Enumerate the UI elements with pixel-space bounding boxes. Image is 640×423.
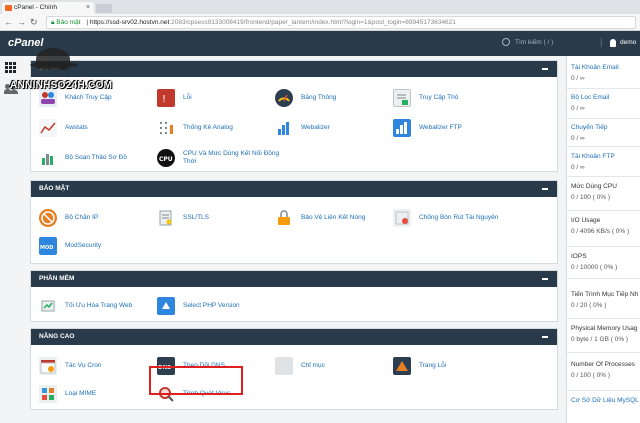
svg-text:CPU: CPU [159, 156, 173, 163]
tab-title: cPanel - Chính [14, 4, 57, 11]
stats-sidebar: Tài Khoản Email 0 / ∞ Bộ Lọc Email 0 / ∞ C… [566, 56, 640, 423]
panel-software-header[interactable]: PHẦN MỀM [31, 271, 557, 287]
raw-access-icon [393, 89, 411, 107]
item-errors[interactable]: ! Lỗi [157, 87, 267, 111]
secure-label: Bảo mật [56, 19, 81, 26]
browser-tab[interactable]: cPanel - Chính × [2, 2, 94, 14]
stat-physical-memory: Physical Memory Usag 0 byte / 1 GB ( 0% ) [571, 325, 638, 343]
url-host: https://ssd-srv02.hostvn.net [89, 19, 170, 26]
panel-software: PHẦN MỀM Tối Ưu Hóa Trang Web Select PHP… [30, 270, 558, 322]
collapse-icon[interactable] [542, 278, 548, 280]
item-indexes[interactable]: Chỉ mục [275, 355, 385, 379]
panel-security-header[interactable]: BẢO MẬT [31, 181, 557, 197]
header-divider: | [600, 37, 603, 47]
search-icon [502, 38, 510, 46]
virus-scanner-highlight-box [149, 366, 243, 395]
home-grid-icon[interactable] [5, 62, 17, 74]
close-tab-icon[interactable]: × [86, 2, 90, 14]
item-webalizer[interactable]: Webalizer [275, 117, 385, 141]
panel-security: BẢO MẬT Bộ Chặn IP SSL/TLS Bảo Vệ Liên K… [30, 180, 558, 264]
url-path: :2083/cpsess9133008419/frontend/paper_la… [169, 19, 456, 26]
panel-metrics: SỐ ĐK Khách Truy Cập ! Lỗi Băng Thông Tr… [30, 60, 558, 172]
left-rail [0, 56, 24, 423]
modsecurity-icon: MOD [39, 237, 57, 255]
svg-text:!: ! [162, 94, 166, 105]
errors-icon: ! [157, 89, 175, 107]
lock-icon: 🔒︎ [51, 19, 55, 26]
watermark-hat-brim [30, 62, 78, 68]
webalizer-ftp-icon [393, 119, 411, 137]
item-analog-stats[interactable]: Thống Kê Analog [157, 117, 267, 141]
stat-iops: IOPS 0 / 10000 ( 0% ) [571, 253, 618, 271]
item-mime[interactable]: Loại MIME [39, 383, 149, 407]
url-input[interactable]: 🔒︎ Bảo mật | https://ssd-srv02.hostvn.ne… [46, 16, 636, 29]
back-arrow-icon[interactable]: ← [4, 16, 13, 28]
svg-text:MOD: MOD [40, 245, 53, 251]
item-hotlink[interactable]: Bảo Vệ Liên Kết Nóng [275, 207, 393, 231]
indexes-icon [275, 357, 293, 375]
item-error-pages[interactable]: Trang Lỗi [393, 355, 503, 379]
item-leech-protect[interactable]: Chống Bòn Rút Tài Nguyên [393, 207, 523, 231]
item-raw-access[interactable]: Truy Cập Thô [393, 87, 503, 111]
item-modsecurity[interactable]: MOD ModSecurity [39, 235, 149, 259]
item-bandwidth[interactable]: Băng Thông [275, 87, 385, 111]
item-optimize[interactable]: Tối Ưu Hóa Trang Web [39, 295, 149, 319]
stat-io-usage: I/O Usage 0 / 4096 KB/s ( 0% ) [571, 217, 630, 235]
item-cron[interactable]: Tác Vụ Cron [39, 355, 149, 379]
panel-advanced: NÂNG CAO Tác Vụ Cron DNS Theo Dõi DNS Ch… [30, 328, 558, 410]
cron-icon [39, 357, 57, 375]
panel-advanced-header[interactable]: NÂNG CAO [31, 329, 557, 345]
reload-icon[interactable]: ↻ [30, 16, 38, 28]
collapse-icon[interactable] [542, 68, 548, 70]
user-menu[interactable]: demo [620, 39, 636, 46]
php-version-icon [157, 297, 175, 315]
collapse-icon[interactable] [542, 336, 548, 338]
visitors-icon [39, 89, 57, 107]
analog-stats-icon [157, 119, 175, 137]
ip-blocker-icon [39, 209, 57, 227]
mime-icon [39, 385, 57, 403]
item-metrics-editor[interactable]: Bộ Soạn Thảo Sơ Đồ [39, 147, 149, 171]
stat-forwarders[interactable]: Chuyển Tiếp 0 / ∞ [571, 123, 608, 143]
stat-ftp-accounts[interactable]: Tài Khoản FTP 0 / ∞ [571, 152, 615, 172]
panel-metrics-header[interactable]: SỐ ĐK [31, 61, 557, 77]
browser-tab-bar: cPanel - Chính × [0, 0, 640, 14]
forward-arrow-icon[interactable]: → [17, 16, 26, 28]
stat-email-filters[interactable]: Bộ Lọc Email 0 / ∞ [571, 93, 609, 113]
cpanel-header: cPanel Tìm kiếm ( / ) | demo [0, 31, 640, 56]
ssl-icon [157, 209, 175, 227]
stat-email-accounts[interactable]: Tài Khoản Email 0 / ∞ [571, 63, 619, 83]
cpu-icon: CPU [157, 149, 175, 167]
metrics-editor-icon [39, 149, 57, 167]
error-pages-icon [393, 357, 411, 375]
stat-number-of-processes: Number Of Processes 0 / 100 ( 0% ) [571, 361, 635, 379]
leech-protect-icon [393, 209, 411, 227]
item-cpu[interactable]: CPU CPU Và Mức Dùng Kết Nối Đồng Thời [157, 147, 279, 171]
cpanel-favicon-icon [5, 5, 12, 11]
item-ssl[interactable]: SSL/TLS [157, 207, 267, 231]
collapse-icon[interactable] [542, 188, 548, 190]
address-bar-row: ← → ↻ 🔒︎ Bảo mật | https://ssd-srv02.hos… [0, 14, 640, 31]
optimize-icon [39, 297, 57, 315]
awstats-icon [39, 119, 57, 137]
item-awstats[interactable]: Awstats [39, 117, 149, 141]
watermark-text: ANNINHSO24H.COM [10, 80, 113, 91]
item-webalizer-ftp[interactable]: Webalizer FTP [393, 117, 503, 141]
cpanel-logo[interactable]: cPanel [8, 37, 43, 49]
hotlink-icon [275, 209, 293, 227]
bandwidth-icon [275, 89, 293, 107]
new-tab-button[interactable] [96, 4, 112, 13]
user-icon [610, 39, 616, 47]
search-input[interactable]: Tìm kiếm ( / ) [515, 39, 553, 46]
stat-cpu-usage: Mức Dùng CPU 0 / 100 ( 0% ) [571, 183, 617, 201]
webalizer-icon [275, 119, 293, 137]
item-php-version[interactable]: Select PHP Version [157, 295, 267, 319]
item-ip-blocker[interactable]: Bộ Chặn IP [39, 207, 149, 231]
stat-mysql-databases[interactable]: Cơ Sở Dữ Liệu MySQL [571, 396, 639, 405]
stat-entry-processes: Tiến Trình Mục Tiếp Nh 0 / 20 ( 0% ) [571, 291, 639, 309]
